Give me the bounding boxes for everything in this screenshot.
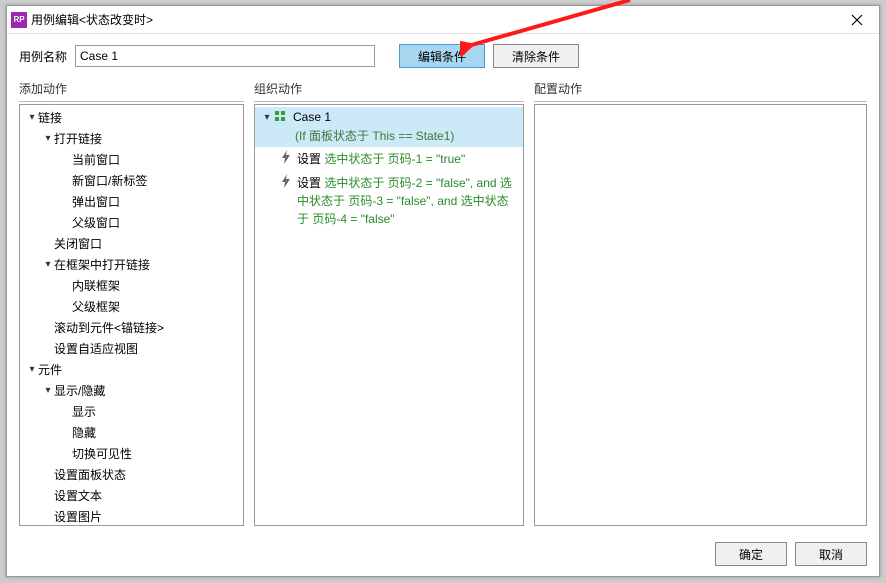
tree-item-label: 设置文本 [54, 487, 102, 504]
tree-item-label: 弹出窗口 [72, 193, 120, 210]
tree-item[interactable]: 父级框架 [20, 296, 243, 317]
tree-item-label: 隐藏 [72, 424, 96, 441]
tree-item-label: 在框架中打开链接 [54, 256, 150, 273]
tree-item-label: 设置面板状态 [54, 466, 126, 483]
chevron-down-icon[interactable]: ▾ [42, 259, 54, 270]
tree-item[interactable]: 关闭窗口 [20, 233, 243, 254]
tree-item[interactable]: 新窗口/新标签 [20, 170, 243, 191]
configure-action-header: 配置动作 [534, 80, 867, 102]
close-button[interactable] [837, 7, 877, 33]
configure-pane[interactable] [534, 104, 867, 526]
bolt-icon [279, 150, 293, 164]
clear-condition-button[interactable]: 清除条件 [493, 44, 579, 68]
tree-item[interactable]: ▾在框架中打开链接 [20, 254, 243, 275]
tree-item[interactable]: 弹出窗口 [20, 191, 243, 212]
chevron-down-icon[interactable]: ▾ [261, 112, 273, 123]
tree-item-label: 链接 [38, 109, 62, 126]
action-text: 设置 选中状态于 页码-1 = "true" [297, 150, 465, 168]
chevron-down-icon[interactable]: ▾ [26, 112, 38, 123]
chevron-down-icon[interactable]: ▾ [42, 385, 54, 396]
case-icon [275, 111, 289, 123]
tree-item-label: 元件 [38, 361, 62, 378]
tree-item-label: 设置自适应视图 [54, 340, 138, 357]
tree-item-label: 当前窗口 [72, 151, 120, 168]
tree-item[interactable]: ▾元件 [20, 359, 243, 380]
tree-item[interactable]: 切换可见性 [20, 443, 243, 464]
case-editor-window: RP 用例编辑<状态改变时> 用例名称 编辑条件 清除条件 添加动作 ▾链接▾打… [6, 5, 880, 577]
add-action-header: 添加动作 [19, 80, 244, 102]
case-name-row: 用例名称 编辑条件 清除条件 [19, 44, 867, 68]
action-row[interactable]: 设置 选中状态于 页码-1 = "true" [255, 147, 523, 171]
tree-item[interactable]: ▾打开链接 [20, 128, 243, 149]
tree-item-label: 打开链接 [54, 130, 102, 147]
close-icon [851, 14, 863, 26]
tree-item[interactable]: 显示 [20, 401, 243, 422]
tree-item[interactable]: 设置自适应视图 [20, 338, 243, 359]
tree-item[interactable]: ▾显示/隐藏 [20, 380, 243, 401]
tree-item-label: 内联框架 [72, 277, 120, 294]
edit-condition-button[interactable]: 编辑条件 [399, 44, 485, 68]
add-action-section: 添加动作 ▾链接▾打开链接当前窗口新窗口/新标签弹出窗口父级窗口关闭窗口▾在框架… [19, 80, 244, 526]
dialog-content: 用例名称 编辑条件 清除条件 添加动作 ▾链接▾打开链接当前窗口新窗口/新标签弹… [7, 34, 879, 536]
case-name-label: 用例名称 [19, 48, 67, 65]
window-title: 用例编辑<状态改变时> [31, 11, 837, 28]
tree-item-label: 显示 [72, 403, 96, 420]
chevron-down-icon[interactable]: ▾ [42, 133, 54, 144]
action-tree-pane[interactable]: ▾链接▾打开链接当前窗口新窗口/新标签弹出窗口父级窗口关闭窗口▾在框架中打开链接… [19, 104, 244, 526]
ok-button[interactable]: 确定 [715, 542, 787, 566]
case-condition[interactable]: (If 面板状态于 This == State1) [255, 127, 523, 147]
case-name-input[interactable] [75, 45, 375, 67]
case-row[interactable]: ▾ Case 1 [255, 107, 523, 127]
tree-item[interactable]: 父级窗口 [20, 212, 243, 233]
tree-item[interactable]: 设置面板状态 [20, 464, 243, 485]
case-name-text: Case 1 [293, 110, 331, 124]
tree-item[interactable]: 当前窗口 [20, 149, 243, 170]
bolt-icon [279, 174, 293, 188]
tree-item-label: 滚动到元件<锚链接> [54, 319, 164, 336]
tree-item[interactable]: 设置图片 [20, 506, 243, 526]
tree-item[interactable]: ▾链接 [20, 107, 243, 128]
tree-item-label: 父级框架 [72, 298, 120, 315]
sections-row: 添加动作 ▾链接▾打开链接当前窗口新窗口/新标签弹出窗口父级窗口关闭窗口▾在框架… [19, 80, 867, 526]
tree-item-label: 切换可见性 [72, 445, 132, 462]
tree-item[interactable]: 内联框架 [20, 275, 243, 296]
tree-item-label: 关闭窗口 [54, 235, 102, 252]
tree-item-label: 设置图片 [54, 508, 102, 525]
action-text: 设置 选中状态于 页码-2 = "false", and 选中状态于 页码-3 … [297, 174, 517, 228]
organize-action-header: 组织动作 [254, 80, 524, 102]
chevron-down-icon[interactable]: ▾ [26, 364, 38, 375]
tree-item-label: 新窗口/新标签 [72, 172, 147, 189]
tree-item[interactable]: 滚动到元件<锚链接> [20, 317, 243, 338]
app-icon: RP [11, 12, 27, 28]
organize-action-section: 组织动作 ▾ Case 1 (If 面板状态于 This == State1) … [254, 80, 524, 526]
action-row[interactable]: 设置 选中状态于 页码-2 = "false", and 选中状态于 页码-3 … [255, 171, 523, 231]
titlebar: RP 用例编辑<状态改变时> [7, 6, 879, 34]
tree-item[interactable]: 设置文本 [20, 485, 243, 506]
dialog-footer: 确定 取消 [7, 536, 879, 576]
tree-item-label: 父级窗口 [72, 214, 120, 231]
configure-action-section: 配置动作 [534, 80, 867, 526]
cancel-button[interactable]: 取消 [795, 542, 867, 566]
tree-item[interactable]: 隐藏 [20, 422, 243, 443]
tree-item-label: 显示/隐藏 [54, 382, 105, 399]
organize-pane[interactable]: ▾ Case 1 (If 面板状态于 This == State1) 设置 选中… [254, 104, 524, 526]
